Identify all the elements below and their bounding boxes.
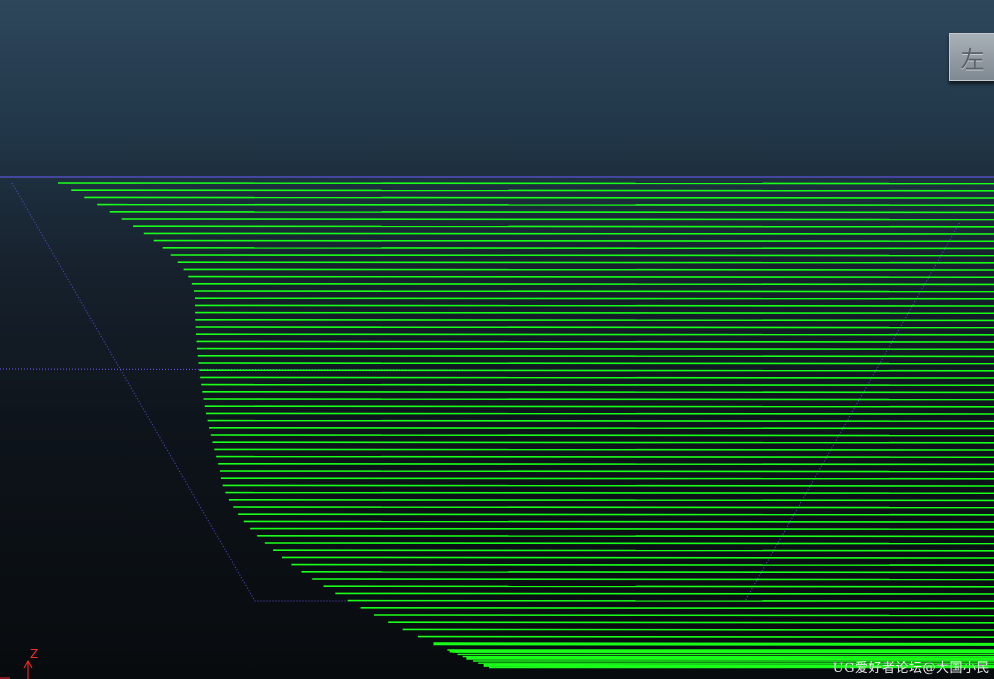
toolpath-pass-48 [250,527,994,531]
toolpath-pass-15 [193,290,994,293]
toolpath-pass-30 [203,398,994,401]
toolpath-pass-0 [57,182,994,185]
toolpath-pass-22 [196,340,994,343]
toolpath-pass-14 [191,282,994,286]
toolpath-pass-46 [238,513,994,516]
toolpath-pass-18 [195,311,994,315]
toolpath-pass-16 [194,297,994,300]
toolpath-pass-54 [301,570,994,574]
toolpath-pass-10 [170,254,994,257]
view-cube-label: 左 [960,45,985,74]
toolpath-pass-19 [195,318,994,322]
toolpath-pass-45 [233,506,994,509]
toolpath-pass-35 [210,434,994,437]
toolpath-pass-25 [198,362,994,365]
toolpath-pass-29 [202,390,994,394]
toolpath-pass-37 [214,448,994,451]
toolpath-pass-26 [199,369,994,372]
toolpath-pass-7 [143,232,994,235]
toolpath-pass-63 [417,635,994,639]
toolpath-pass-43 [225,491,994,495]
toolpath-pass-59 [360,606,994,610]
toolpath-pass-60 [374,614,994,617]
toolpath-pass-12 [183,268,994,271]
toolpath-pass-2 [84,196,994,199]
toolpath-pass-42 [222,484,994,487]
toolpath-pass-55 [312,578,994,581]
toolpath-pass-11 [177,261,994,264]
toolpath-pass-28 [201,383,994,387]
toolpath-pass-3 [97,203,994,206]
toolpath-pass-64 [433,642,994,646]
toolpath-pass-13 [188,275,994,279]
toolpath-pass-32 [206,412,994,415]
toolpath-pass-56 [323,585,994,588]
toolpath-pass-44 [228,498,994,502]
toolpath-pass-17 [194,304,994,307]
toolpath-pass-21 [195,333,994,336]
toolpath-pass-62 [402,628,994,631]
toolpath-passes [57,182,994,669]
view-orientation-cube[interactable]: 左 [949,33,994,81]
toolpath-pass-4 [109,211,994,214]
axis-triad: Z [0,647,38,679]
toolpath-pass-23 [196,347,994,351]
toolpath-pass-8 [153,239,994,242]
toolpath-pass-41 [220,477,994,480]
toolpath-pass-40 [219,470,994,473]
toolpath-pass-24 [197,354,994,358]
toolpath-scene [0,176,994,669]
toolpath-pass-27 [200,376,994,379]
toolpath-pass-34 [209,426,994,430]
toolpath-pass-6 [133,225,994,228]
toolpath-pass-50 [264,542,994,545]
toolpath-pass-9 [162,247,994,250]
toolpath-pass-1 [71,189,994,192]
forum-watermark: UG爱好者论坛@大国小民 [832,661,990,676]
toolpath-pass-36 [212,441,994,444]
toolpath-pass-33 [207,419,994,423]
toolpath-pass-58 [347,599,994,603]
toolpath-pass-57 [335,592,994,595]
toolpath-pass-38 [216,455,994,459]
toolpath-pass-51 [273,549,994,552]
toolpath-pass-39 [218,462,994,466]
z-axis-label: Z [30,647,38,661]
toolpath-pass-52 [281,556,994,559]
toolpath-pass-49 [257,534,994,538]
toolpath-pass-53 [291,563,994,567]
toolpath-pass-61 [388,621,994,624]
graphics-viewport[interactable]: 左 Z UG爱好者论坛@大国小民 [0,0,994,679]
toolpath-pass-20 [195,326,994,329]
toolpath-pass-31 [204,405,994,408]
toolpath-pass-5 [121,218,994,221]
toolpath-pass-47 [243,520,994,523]
